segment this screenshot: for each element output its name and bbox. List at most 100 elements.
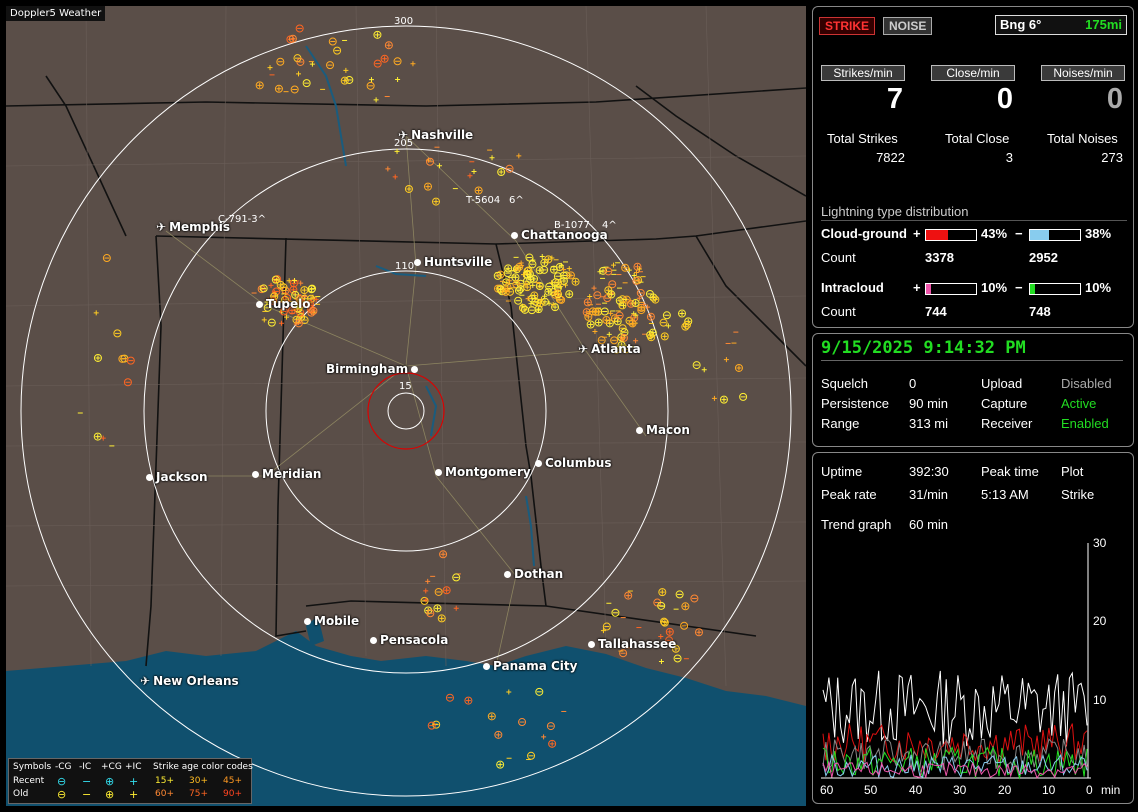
city-montgomery: Montgomery [435, 465, 531, 479]
strike-marker [504, 264, 513, 273]
storm-track-t5604-dir[interactable]: 6^ [509, 195, 524, 206]
strike-marker [539, 253, 545, 259]
legend-age-75: 75+ [189, 789, 208, 799]
strike-marker [496, 760, 505, 769]
strike-marker [267, 65, 273, 71]
ic-count-label: Count [821, 304, 856, 319]
legend-old-neg-ic-icon: − [82, 788, 92, 801]
city-dot-icon [535, 460, 542, 467]
storm-track-c791[interactable]: C-791-3^ [218, 214, 266, 225]
strike-marker [102, 254, 111, 263]
strike-marker [602, 315, 611, 324]
legend-old-neg-cg-icon: ⊖ [57, 788, 67, 801]
close-per-min-header[interactable]: Close/min [931, 65, 1015, 81]
strike-marker [502, 278, 511, 287]
city-dot-icon [304, 618, 311, 625]
range-label: Range [821, 416, 860, 431]
strike-marker [288, 34, 297, 43]
strike-marker [646, 312, 655, 321]
strike-marker [255, 81, 264, 90]
strike-marker [594, 318, 603, 327]
strike-marker [701, 367, 707, 373]
strike-marker [439, 550, 448, 559]
lightning-map[interactable]: 300 205 110 15 ✈ Nashville ✈ Memphis Chatt… [6, 6, 806, 806]
city-huntsville: Huntsville [414, 255, 492, 269]
strike-marker [368, 77, 374, 83]
strike-marker [373, 59, 382, 68]
storm-track-b1077-dir[interactable]: 4^ [602, 220, 617, 231]
ic-negative-count: 748 [1029, 304, 1051, 319]
strike-marker [300, 286, 309, 295]
strike-marker [565, 290, 574, 299]
strike-marker [606, 331, 612, 337]
strike-marker [553, 289, 562, 298]
cg-positive-bar [925, 229, 977, 241]
receiver-value[interactable]: Enabled [1061, 416, 1109, 431]
strike-marker [93, 432, 102, 441]
strikes-per-min-header[interactable]: Strikes/min [821, 65, 905, 81]
strike-marker [302, 79, 311, 88]
city-columbus: Columbus [535, 456, 612, 470]
legend-recent-neg-cg-icon: ⊖ [57, 775, 67, 788]
strike-marker [647, 333, 656, 342]
city-meridian: Meridian [252, 467, 321, 481]
noises-per-min-header[interactable]: Noises/min [1041, 65, 1125, 81]
strike-marker [276, 280, 285, 289]
strike-marker [261, 317, 267, 323]
cg-count-label: Count [821, 250, 856, 265]
strike-marker [621, 263, 630, 272]
strike-marker [673, 654, 682, 663]
strike-mode-button[interactable]: STRIKE [819, 17, 876, 35]
cg-minus-sign: − [1015, 226, 1023, 241]
legend-recent-pos-ic-icon: + [129, 775, 139, 788]
strike-marker [487, 712, 496, 721]
strike-marker [624, 591, 633, 600]
persistence-value: 90 min [909, 396, 949, 411]
strike-marker [739, 392, 748, 401]
strike-marker [658, 658, 664, 664]
distribution-title: Lightning type distribution [821, 204, 969, 219]
bearing-range-box[interactable]: Bng 6° 175mi [995, 15, 1127, 35]
city-nashville: ✈ Nashville [398, 128, 474, 142]
storm-track-t5604[interactable]: T-5604 [466, 195, 500, 206]
airport-icon: ✈ [398, 128, 409, 142]
strikes-per-min-value: 7 [886, 83, 903, 115]
strike-marker [437, 163, 443, 169]
strike-marker [608, 310, 614, 316]
strike-marker [343, 67, 349, 73]
capture-value[interactable]: Active [1061, 396, 1096, 411]
strike-marker [432, 197, 441, 206]
city-pensacola: Pensacola [370, 633, 448, 647]
city-dot-icon [411, 366, 419, 373]
ic-minus-sign: − [1015, 280, 1023, 295]
y-tick-10: 10 [1093, 693, 1107, 707]
city-dot-icon [483, 663, 490, 670]
strike-marker [442, 586, 451, 595]
storm-track-b1077[interactable]: B-1077 [554, 220, 590, 231]
y-tick-20: 20 [1093, 614, 1107, 628]
strike-marker [523, 283, 532, 292]
legend-old-pos-cg-icon: ⊕ [105, 788, 115, 801]
ic-negative-bar [1029, 283, 1081, 295]
noise-mode-button[interactable]: NOISE [883, 17, 933, 35]
city-dot-icon [636, 427, 643, 434]
strike-marker [393, 57, 402, 66]
strike-marker [648, 328, 657, 337]
strike-marker [548, 739, 557, 748]
strike-stats-panel: STRIKE NOISE Bng 6° 175mi Strikes/min Cl… [812, 6, 1134, 328]
total-strikes-label: Total Strikes [827, 131, 898, 146]
city-dot-icon [511, 232, 518, 239]
x-tick-40: 40 [909, 783, 923, 797]
strike-marker [93, 353, 102, 362]
strike-marker [651, 295, 660, 304]
strike-marker [514, 296, 523, 305]
strike-marker [489, 155, 495, 161]
city-dot-icon [414, 259, 421, 266]
x-tick-20: 20 [998, 783, 1012, 797]
legend-age-15: 15+ [155, 776, 174, 786]
city-dot-icon [370, 637, 377, 644]
legend-age-title: Strike age color codes [153, 762, 253, 772]
strike-marker [584, 312, 593, 321]
upload-value[interactable]: Disabled [1061, 376, 1112, 391]
x-unit: min [1101, 783, 1121, 797]
